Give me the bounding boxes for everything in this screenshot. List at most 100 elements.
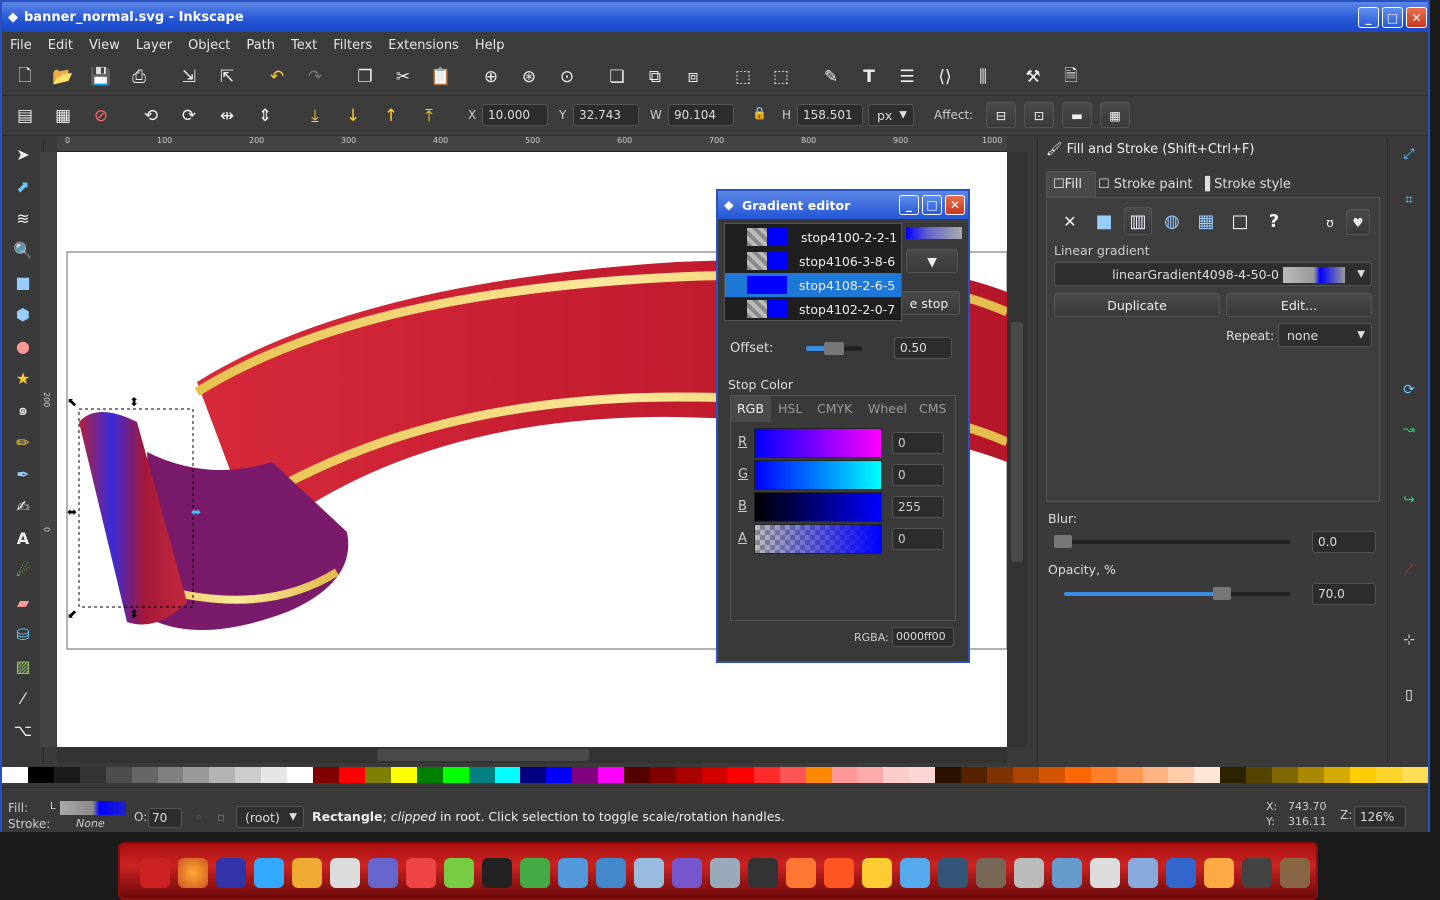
calculator-icon[interactable]: [330, 858, 360, 888]
palette-swatch[interactable]: [831, 767, 858, 783]
swatch-icon[interactable]: □: [1226, 207, 1254, 235]
blur-slider[interactable]: [1054, 540, 1290, 544]
palette-swatch[interactable]: [313, 767, 339, 783]
menu-object[interactable]: Object: [180, 38, 238, 53]
spray-tool-icon[interactable]: ☄: [10, 557, 36, 583]
palette-swatch[interactable]: [572, 767, 599, 783]
edit-gradient-button[interactable]: Edit...: [1226, 293, 1372, 317]
snap-nodes-icon[interactable]: ⟳: [1396, 377, 1422, 403]
scale-handle[interactable]: ⬍: [129, 395, 139, 409]
layer-lock-icon[interactable]: ▫: [217, 810, 225, 824]
tab-cmyk[interactable]: CMYK: [817, 401, 852, 416]
app-icon[interactable]: [1090, 858, 1120, 888]
blur-field[interactable]: 0.0: [1312, 531, 1376, 553]
inkscape-dock-icon[interactable]: [748, 858, 778, 888]
offset-slider-handle[interactable]: [824, 342, 844, 355]
snap-paths-icon[interactable]: ↝: [1396, 417, 1422, 443]
spiral-tool-icon[interactable]: ๑: [10, 397, 36, 423]
stop-item-selected[interactable]: stop4108-2-6-5: [725, 273, 901, 297]
app-icon[interactable]: [938, 858, 968, 888]
group-icon[interactable]: ⬚: [730, 64, 756, 90]
preferences-icon[interactable]: ⚒: [1020, 64, 1046, 90]
x-field[interactable]: 10.000: [482, 104, 548, 126]
raise-top-icon[interactable]: ⤒: [416, 103, 442, 129]
palette-swatch[interactable]: [364, 767, 391, 783]
app-icon[interactable]: [520, 858, 550, 888]
eraser-tool-icon[interactable]: ▰: [10, 589, 36, 615]
selector-tool-icon[interactable]: ➤: [10, 141, 36, 167]
stop-item[interactable]: stop4102-2-0-7: [725, 297, 901, 321]
menu-filters[interactable]: Filters: [325, 38, 380, 53]
stop-item[interactable]: stop4100-2-2-1: [725, 225, 901, 249]
ungroup-icon[interactable]: ⬚: [768, 64, 794, 90]
calligraphy-tool-icon[interactable]: ✍: [10, 493, 36, 519]
palette-swatch[interactable]: [987, 767, 1013, 783]
channel-g-field[interactable]: 0: [892, 464, 944, 486]
repeat-select[interactable]: none ▼: [1278, 323, 1372, 347]
duplicate-icon[interactable]: ❏: [604, 64, 630, 90]
palette-swatch[interactable]: [1272, 767, 1299, 783]
palette-swatch[interactable]: [1220, 767, 1247, 783]
menu-edit[interactable]: Edit: [40, 38, 81, 53]
palette-swatch[interactable]: [1064, 767, 1091, 783]
cut-icon[interactable]: ✂: [390, 64, 416, 90]
tab-cms[interactable]: CMS: [919, 401, 946, 416]
rotate-cw-icon[interactable]: ⟳: [176, 103, 202, 129]
palette-swatch[interactable]: [1401, 767, 1428, 783]
app-icon[interactable]: [976, 858, 1006, 888]
flip-vertical-icon[interactable]: ⇕: [252, 103, 278, 129]
scale-handle[interactable]: ⬋: [67, 607, 77, 621]
select-all-icon[interactable]: ▤: [12, 103, 38, 129]
flat-color-icon[interactable]: ■: [1090, 207, 1118, 235]
palette-swatch[interactable]: [961, 767, 988, 783]
snap-center-icon[interactable]: ⊹: [1396, 627, 1422, 653]
stop-list[interactable]: stop4100-2-2-1 stop4106-3-8-6 stop4108-2…: [724, 223, 902, 321]
app-icon[interactable]: [634, 858, 664, 888]
palette-swatch[interactable]: [624, 767, 651, 783]
fill-swatch[interactable]: [60, 801, 126, 815]
app-icon[interactable]: [1166, 858, 1196, 888]
tab-hsl[interactable]: HSL: [778, 401, 802, 416]
dropper-tool-icon[interactable]: ⁄: [10, 685, 36, 711]
y-field[interactable]: 32.743: [573, 104, 639, 126]
palette-swatch[interactable]: [520, 767, 547, 783]
zoom-field[interactable]: 126%: [1354, 806, 1406, 828]
layer-visibility-icon[interactable]: ◦: [195, 810, 202, 824]
save-icon[interactable]: 💾: [88, 64, 114, 90]
dialog-maximize-button[interactable]: □: [922, 195, 942, 215]
palette-swatch[interactable]: [1349, 767, 1376, 783]
affect-gradient-toggle[interactable]: ▬: [1062, 102, 1092, 128]
palette-swatch[interactable]: [598, 767, 625, 783]
opacity-slider-handle[interactable]: [1213, 587, 1232, 600]
palette-swatch[interactable]: [468, 767, 495, 783]
app-icon[interactable]: [1128, 858, 1158, 888]
palette-swatch[interactable]: [546, 767, 573, 783]
paste-icon[interactable]: 📋: [428, 64, 454, 90]
snap-toggle-icon[interactable]: ⤢: [1396, 141, 1422, 167]
menu-view[interactable]: View: [81, 38, 128, 53]
rectangle-tool-icon[interactable]: ■: [10, 269, 36, 295]
channel-b-slider[interactable]: [754, 492, 882, 522]
palette-swatch[interactable]: [261, 767, 288, 783]
raise-icon[interactable]: ↑: [378, 103, 404, 129]
snap-smooth-icon[interactable]: ↪: [1396, 487, 1422, 513]
app-icon[interactable]: [824, 858, 854, 888]
palette-swatch[interactable]: [883, 767, 910, 783]
blur-slider-handle[interactable]: [1054, 535, 1072, 548]
fill-rule-nonzero-icon[interactable]: ♥: [1346, 209, 1370, 235]
menu-extensions[interactable]: Extensions: [380, 38, 467, 53]
offset-field[interactable]: 0.50: [894, 337, 952, 359]
align-icon[interactable]: ⫼: [970, 64, 996, 90]
app-icon[interactable]: [1052, 858, 1082, 888]
menu-file[interactable]: File: [2, 38, 40, 53]
scale-handle[interactable]: ⬌: [67, 505, 77, 519]
pattern-icon[interactable]: ▦: [1192, 207, 1220, 235]
palette-swatch[interactable]: [1298, 767, 1325, 783]
palette-swatch[interactable]: [805, 767, 832, 783]
palette-swatch[interactable]: [753, 767, 780, 783]
stop-select-arrow[interactable]: ▼: [906, 249, 958, 273]
rgba-field[interactable]: 0000ff00: [892, 627, 954, 647]
tab-stroke-style[interactable]: ▐ Stroke style: [1200, 177, 1291, 192]
channel-b-field[interactable]: 255: [892, 496, 944, 518]
color-palette[interactable]: [2, 767, 1428, 783]
